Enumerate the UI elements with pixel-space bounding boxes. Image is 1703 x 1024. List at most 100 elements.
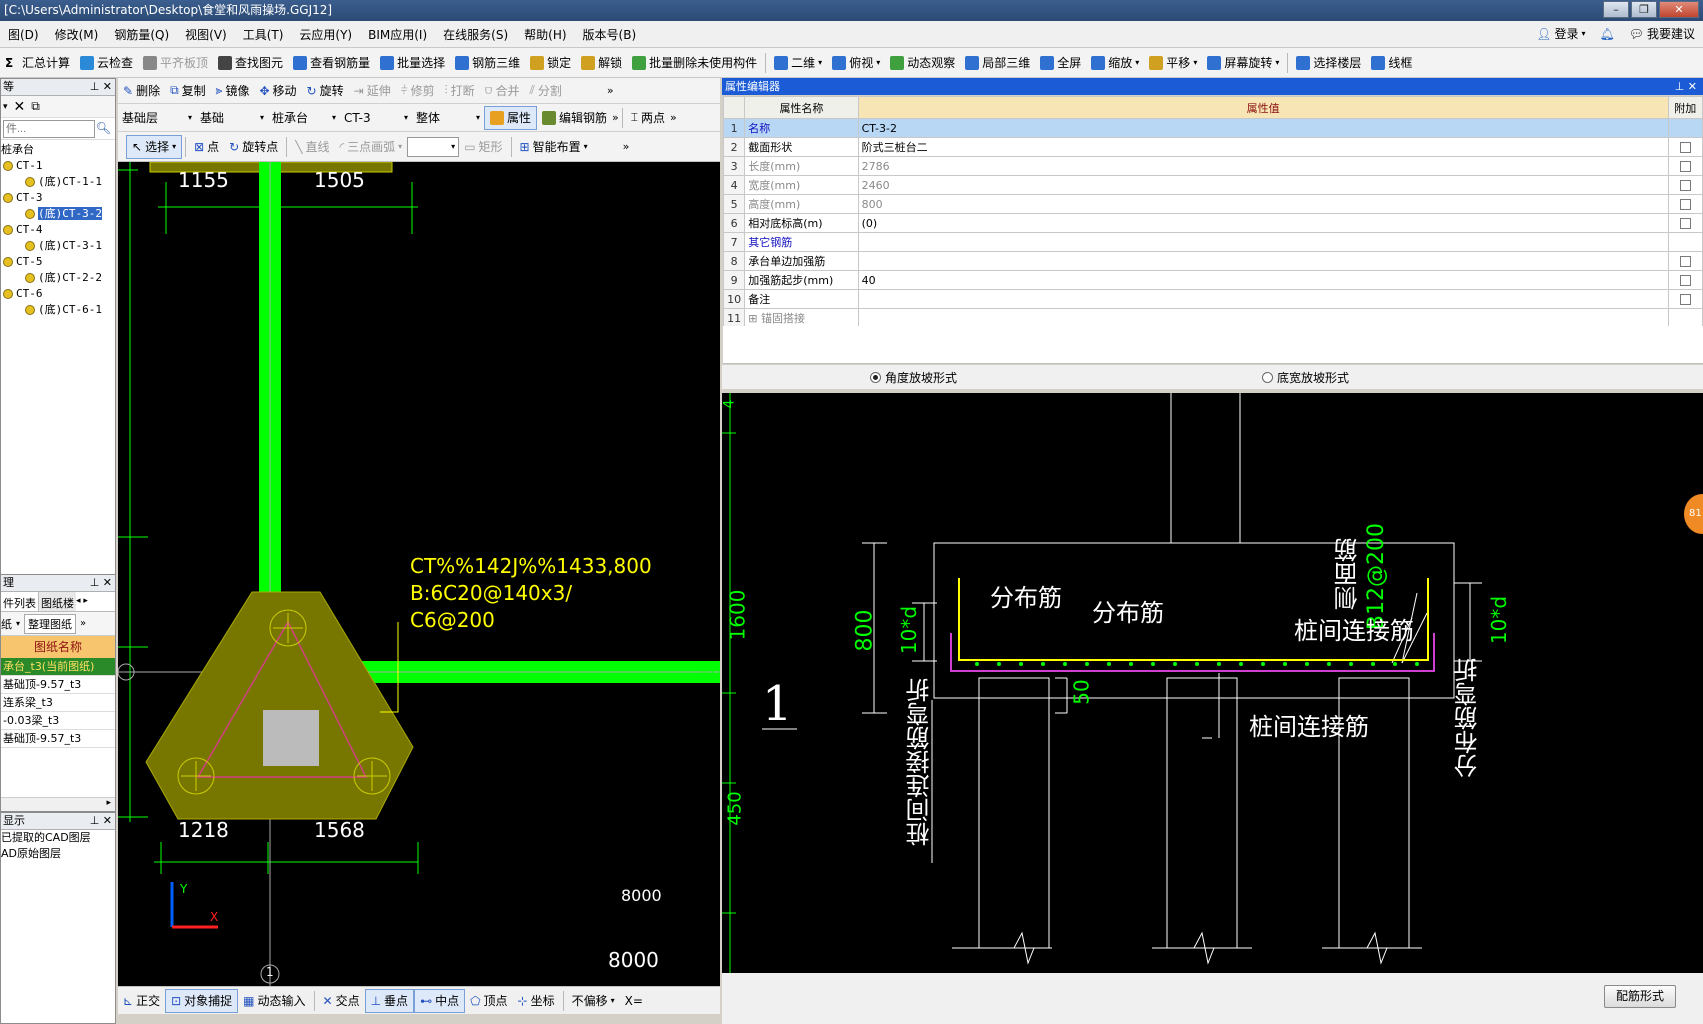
tree-item[interactable]: (底)CT-6-1 (1, 302, 115, 318)
display-item-extracted[interactable]: 已提取的CAD图层 (1, 830, 115, 846)
drawing-row[interactable]: 基础顶-9.57_t3 (1, 730, 115, 748)
property-value[interactable] (857, 251, 1669, 271)
tree-item[interactable]: CT-4 (1, 222, 115, 238)
edit-move-button[interactable]: ✥ 移动 (254, 79, 301, 103)
toolbar-align-top-button[interactable]: 平齐板顶 (138, 51, 213, 75)
drawing-row[interactable]: 基础顶-9.57_t3 (1, 676, 115, 694)
toolbar-cloud-check-button[interactable]: 云检查 (75, 51, 138, 75)
property-row[interactable]: 1 名称 CT-3-2 (722, 118, 1703, 138)
menu-item-3[interactable]: 视图(V) (177, 26, 235, 43)
property-add-checkbox[interactable] (1679, 275, 1691, 286)
property-add-checkbox[interactable] (1679, 256, 1691, 267)
property-value[interactable]: 阶式三桩台二 (857, 137, 1669, 157)
edit-break-button[interactable]: ⫶ 打断 (440, 79, 480, 103)
property-row[interactable]: 3 长度(mm) 2786 (722, 156, 1703, 176)
properties-button[interactable]: 属性 (484, 105, 538, 130)
property-row[interactable]: 7 其它钢筋 (722, 232, 1703, 252)
toolbar-pan-button[interactable]: 平移 ▾ (1144, 51, 1202, 75)
menu-item-2[interactable]: 钢筋量(Q) (106, 26, 177, 43)
property-row[interactable]: 10 备注 (722, 289, 1703, 309)
menu-item-8[interactable]: 帮助(H) (516, 26, 574, 43)
status-ortho-toggle[interactable]: ⊾ 正交 (118, 989, 165, 1013)
close-button[interactable]: ✕ (1659, 1, 1699, 18)
tab-drawing-manage[interactable]: 图纸楼 (38, 592, 76, 611)
bell-icon[interactable]: 🔔︎ (1600, 27, 1615, 41)
property-value[interactable]: CT-3-2 (857, 118, 1669, 138)
toolbar-screen-rotate-button[interactable]: 屏幕旋转 ▾ (1202, 51, 1284, 75)
property-value[interactable] (857, 289, 1669, 309)
toolbar-floor-select-button[interactable]: 选择楼层 (1291, 51, 1366, 75)
edit-trim-button[interactable]: ⫩ 修剪 (396, 79, 440, 103)
point-button[interactable]: ⊠ 点 (189, 135, 224, 159)
search-icon[interactable]: 🔍︎ (96, 121, 111, 135)
toolbar-wireframe-button[interactable]: 线框 (1366, 51, 1417, 75)
type-select[interactable]: 桩承台 ▾ (268, 108, 340, 128)
property-value[interactable]: 2460 (857, 175, 1669, 195)
component-select[interactable]: CT-3 ▾ (340, 108, 412, 128)
tree-root[interactable]: 桩承台 (1, 142, 115, 158)
property-row[interactable]: 4 宽度(mm) 2460 (722, 175, 1703, 195)
property-value[interactable] (857, 232, 1669, 252)
property-row[interactable]: 9 加强筋起步(mm) 40 (722, 270, 1703, 290)
login-button[interactable]: 👤︎ 登录 ▾ (1536, 25, 1585, 42)
toolbar-rebar-3d-button[interactable]: 钢筋三维 (450, 51, 525, 75)
toolbar-fullscreen-button[interactable]: 全屏 (1035, 51, 1086, 75)
toolbar-binoculars-button[interactable]: 查找图元 (213, 51, 288, 75)
status-dynamic-input-toggle[interactable]: ▦ 动态输入 (238, 989, 310, 1013)
status-perpendicular-toggle[interactable]: ⊥ 垂点 (364, 988, 415, 1013)
two-point-button[interactable]: ⌶ 两点 (626, 106, 670, 130)
menu-item-9[interactable]: 版本号(B) (575, 26, 645, 43)
edit-rebar-button[interactable]: 编辑钢筋 (537, 106, 612, 130)
tab-scroll-arrows[interactable]: ◂ ▸ (76, 592, 88, 611)
property-add-checkbox[interactable] (1679, 161, 1691, 172)
toolbar-view-rebar-button[interactable]: 查看钢筋量 (288, 51, 375, 75)
drawing-dropdown[interactable]: 纸 (1, 616, 12, 632)
status-x-coord-toggle[interactable]: X= (620, 989, 648, 1013)
toolbar-local-3d-button[interactable]: 局部三维 (960, 51, 1035, 75)
toolbar-2d-button[interactable]: 二维 ▾ (769, 51, 827, 75)
feedback-button[interactable]: 💬︎ 我要建议 (1629, 25, 1695, 42)
edit-split-button[interactable]: ⫽ 分割 (524, 79, 566, 103)
tree-item[interactable]: (底)CT-3-1 (1, 238, 115, 254)
tree-item[interactable]: (底)CT-2-2 (1, 270, 115, 286)
pile-cap-ct3[interactable] (145, 591, 414, 820)
rotate-point-button[interactable]: ↻ 旋转点 (224, 135, 283, 159)
edit-mirror-button[interactable]: ⫸ 镜像 (211, 79, 255, 103)
edit-delete-button[interactable]: ✎ 删除 (118, 79, 165, 103)
property-add-checkbox[interactable] (1679, 294, 1691, 305)
menu-item-6[interactable]: BIM应用(I) (360, 26, 435, 43)
toolbar-lock-button[interactable]: 锁定 (525, 51, 576, 75)
copy-icon[interactable]: ⧉ (31, 99, 40, 114)
radio-angle-slope[interactable]: 角度放坡形式 (870, 369, 957, 386)
toolbar-batch-select-button[interactable]: 批量选择 (375, 51, 450, 75)
drawing-row[interactable]: 连系梁_t3 (1, 694, 115, 712)
tree-item[interactable]: (底)CT-3-2 (1, 206, 115, 222)
edit-rotate-button[interactable]: ↻ 旋转 (302, 79, 349, 103)
delete-icon[interactable]: ✕ (14, 99, 26, 115)
property-value[interactable] (857, 308, 1669, 328)
floor-select[interactable]: 基础层 ▾ (118, 108, 196, 128)
cad-canvas[interactable]: 1155 1505 1218 1568 CT%%142J%%1433,800 B… (118, 162, 720, 986)
property-value[interactable]: 40 (857, 270, 1669, 290)
rect-button[interactable]: ▭ 矩形 (459, 135, 507, 159)
smart-layout-button[interactable]: ⊞ 智能布置 ▾ (515, 135, 593, 159)
property-add-checkbox[interactable] (1679, 180, 1691, 191)
tree-item[interactable]: (底)CT-1-1 (1, 174, 115, 190)
property-value[interactable]: (0) (857, 213, 1669, 233)
status-intersection-toggle[interactable]: ✕ 交点 (318, 989, 365, 1013)
toolbar-zoom-button[interactable]: 缩放 ▾ (1086, 51, 1144, 75)
property-add-checkbox[interactable] (1679, 218, 1691, 229)
restore-button[interactable]: ❐ (1631, 1, 1657, 18)
display-item-original[interactable]: AD原始图层 (1, 846, 115, 862)
select-button[interactable]: ↖ 选择 ▾ (126, 134, 183, 159)
menu-item-7[interactable]: 在线服务(S) (435, 26, 516, 43)
edit-merge-button[interactable]: ⩌ 合并 (480, 79, 525, 103)
drawing-row[interactable]: 承台_t3(当前图纸) (1, 658, 115, 676)
toolbar-batch-delete-button[interactable]: 批量删除未使用构件 (627, 51, 762, 75)
h-scrollbar[interactable]: ▸ (1, 797, 115, 811)
toolbar-sigma-button[interactable]: Σ 汇总计算 (0, 51, 75, 75)
edit-extend-button[interactable]: ⇥ 延伸 (349, 79, 396, 103)
property-add-checkbox[interactable] (1679, 142, 1691, 153)
menu-item-4[interactable]: 工具(T) (235, 26, 292, 43)
property-row[interactable]: 11 ⊞ 锚固搭接 (722, 308, 1703, 328)
